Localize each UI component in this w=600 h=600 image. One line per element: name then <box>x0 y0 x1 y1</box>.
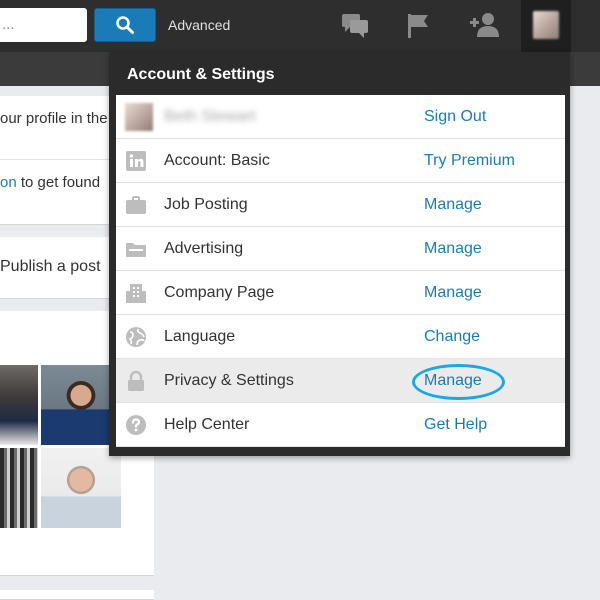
manage-advertising-link[interactable]: Manage <box>424 240 482 258</box>
lock-icon <box>128 370 144 391</box>
person-photo[interactable] <box>0 365 38 445</box>
user-name: Beth Stewart <box>164 108 256 125</box>
briefcase-icon <box>126 196 146 214</box>
menu-row-privacy: Privacy & Settings Manage <box>116 359 565 403</box>
globe-icon <box>126 327 146 347</box>
menu-row-help: Help Center Get Help <box>116 403 565 447</box>
try-premium-link[interactable]: Try Premium <box>424 152 515 170</box>
profile-avatar-button[interactable] <box>521 0 571 52</box>
manage-job-posting-link[interactable]: Manage <box>424 196 482 214</box>
user-avatar <box>125 103 153 131</box>
manage-company-page-link[interactable]: Manage <box>424 284 482 302</box>
highlight-ring <box>412 364 505 400</box>
menu-label: Language <box>164 328 236 345</box>
avatar <box>533 11 559 39</box>
building-icon <box>126 284 146 303</box>
sign-out-link[interactable]: Sign Out <box>424 108 486 126</box>
profile-tip-rest: to get found <box>16 174 101 191</box>
profile-tip-text: our profile in the <box>0 110 108 127</box>
messages-icon[interactable] <box>339 10 371 40</box>
menu-row-user: Beth Stewart Sign Out <box>116 95 565 139</box>
linkedin-icon <box>126 151 146 171</box>
search-icon <box>116 16 134 34</box>
get-help-link[interactable]: Get Help <box>424 416 487 434</box>
profile-tip-text-2: on to get found <box>0 174 100 191</box>
menu-row-job-posting: Job Posting Manage <box>116 183 565 227</box>
account-settings-dropdown: Account & Settings Beth Stewart Sign Out… <box>109 52 570 456</box>
menu-row-account: Account: Basic Try Premium <box>116 139 565 183</box>
top-navbar: ... Advanced <box>0 0 600 52</box>
menu-label: Help Center <box>164 416 250 433</box>
menu-row-language: Language Change <box>116 315 565 359</box>
notifications-flag-icon[interactable] <box>402 10 434 40</box>
profile-tip-link[interactable]: on <box>0 174 17 191</box>
person-photo[interactable] <box>0 448 38 528</box>
add-connection-icon[interactable] <box>468 10 500 40</box>
change-language-link[interactable]: Change <box>424 328 480 346</box>
feed-card <box>0 590 154 600</box>
menu-label: Privacy & Settings <box>164 372 294 389</box>
menu-label: Account: Basic <box>164 152 270 169</box>
dropdown-title: Account & Settings <box>127 66 275 83</box>
menu-row-advertising: Advertising Manage <box>116 227 565 271</box>
help-icon <box>126 415 146 435</box>
menu-label: Company Page <box>164 284 275 301</box>
person-photo[interactable] <box>41 448 121 528</box>
menu-label: Job Posting <box>164 196 248 213</box>
advanced-search-link[interactable]: Advanced <box>168 17 230 33</box>
search-button[interactable] <box>94 8 156 42</box>
search-input[interactable]: ... <box>0 8 87 42</box>
menu-label: Advertising <box>164 240 244 257</box>
publish-post-link[interactable]: Publish a post <box>0 258 101 276</box>
menu-row-company-page: Company Page Manage <box>116 271 565 315</box>
folder-icon <box>126 243 146 257</box>
